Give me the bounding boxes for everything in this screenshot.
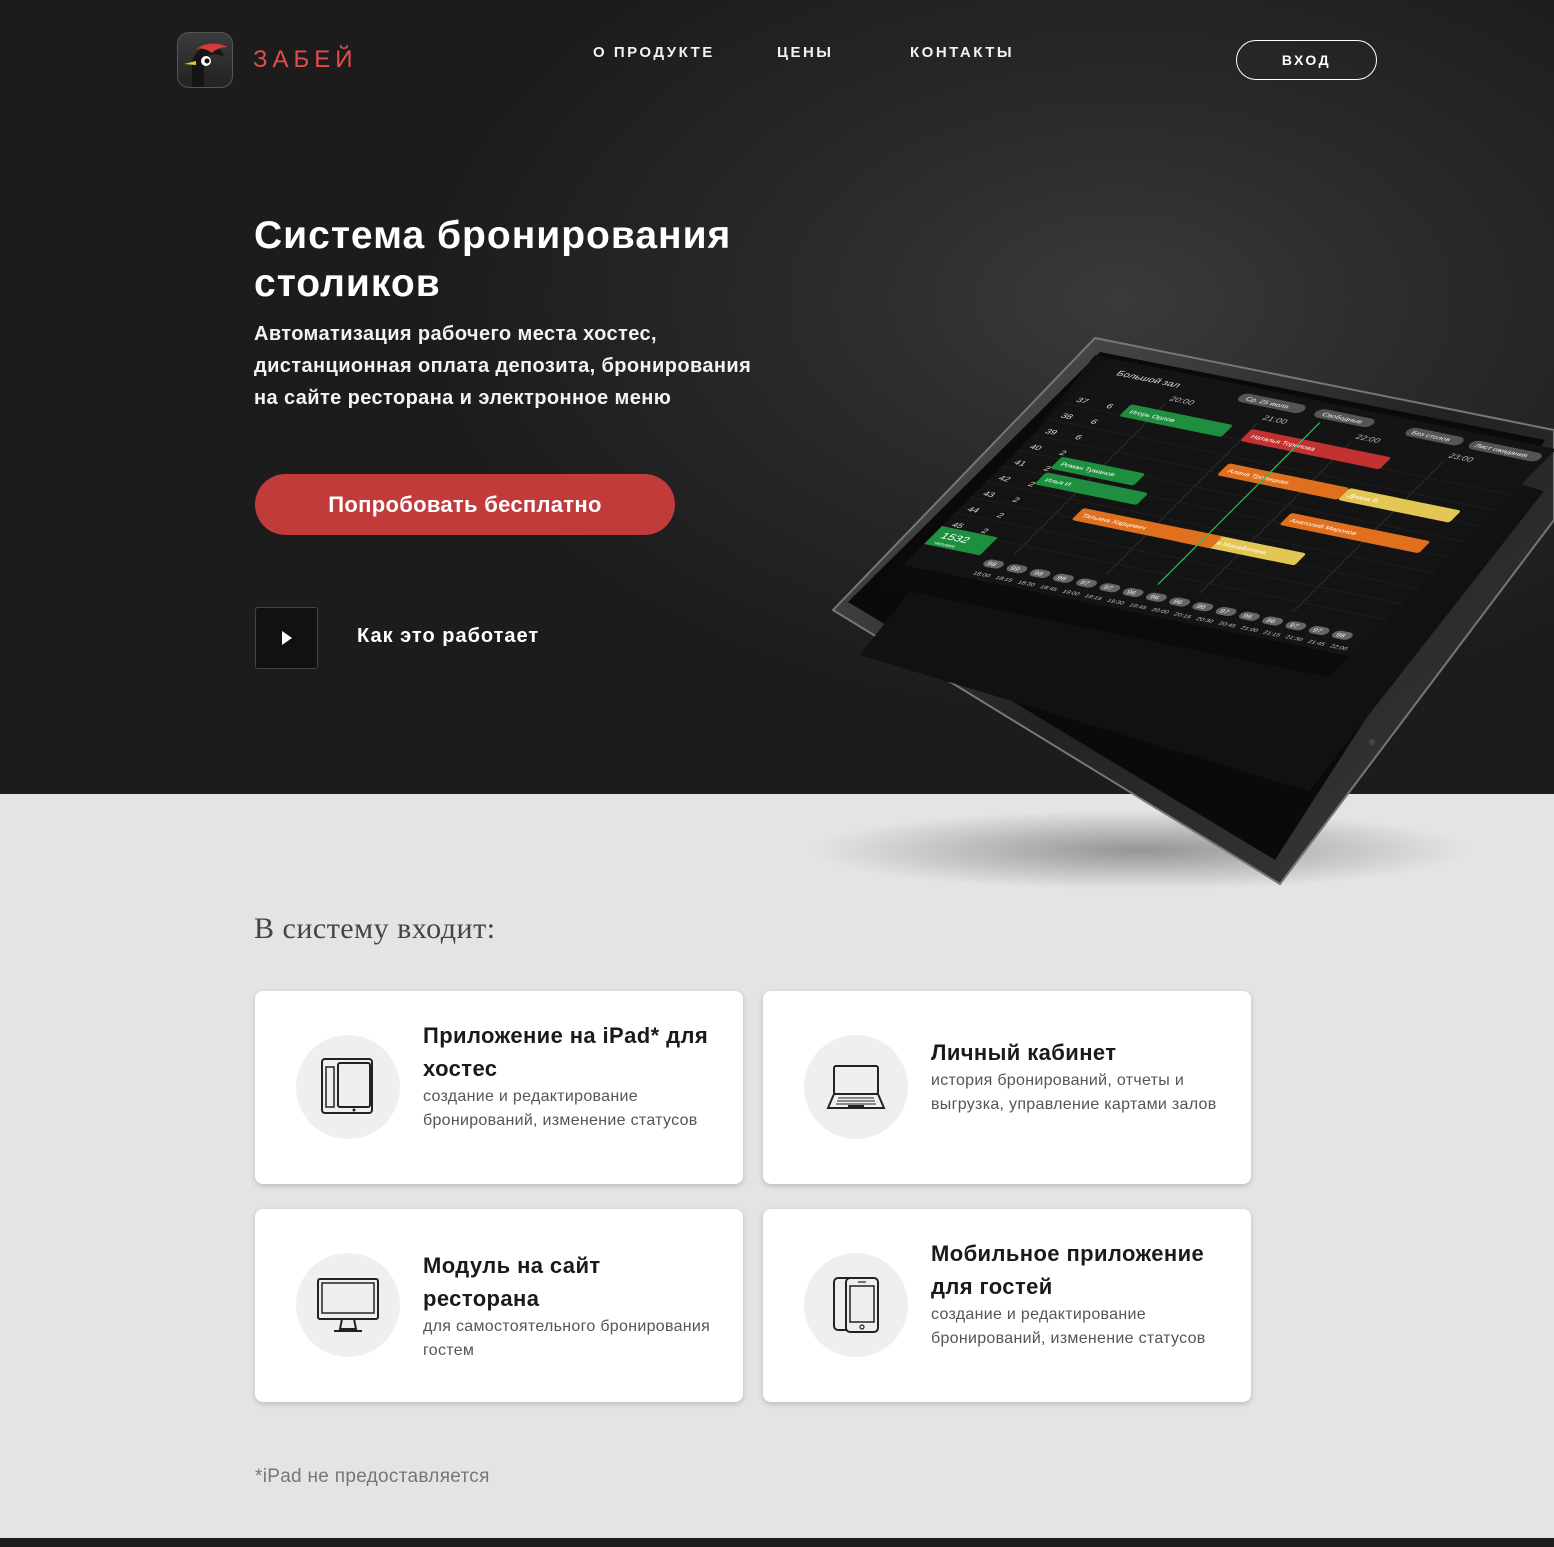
hero-title: Система бронирования столиков xyxy=(254,214,732,305)
woodpecker-logo-icon xyxy=(177,32,233,88)
card-description: создание и редактирование бронирований, … xyxy=(423,1088,698,1129)
feature-card-account: Личный кабинет история бронирований, отч… xyxy=(763,991,1251,1184)
nav-about[interactable]: О ПРОДУКТЕ xyxy=(593,44,715,61)
try-free-button[interactable]: Попробовать бесплатно xyxy=(255,474,675,535)
card-title: Приложение на iPad* для хостес xyxy=(423,1023,709,1081)
hero-subtitle: Автоматизация рабочего места хостес, дис… xyxy=(254,323,752,409)
card-description: создание и редактирование бронирований, … xyxy=(931,1306,1206,1347)
feature-card-mobile: Мобильное приложение для гостей создание… xyxy=(763,1209,1251,1402)
card-title: Мобильное приложение для гостей xyxy=(931,1241,1205,1299)
tablet-icon xyxy=(321,1058,373,1114)
how-it-works-link[interactable]: Как это работает xyxy=(357,625,539,648)
card-title: Модуль на сайт ресторана xyxy=(423,1253,601,1311)
card-description: история бронирований, отчеты и выгрузка,… xyxy=(931,1072,1217,1113)
login-button[interactable]: ВХОД xyxy=(1236,40,1377,80)
card-description: для самостоятельного бронирования гостем xyxy=(423,1318,711,1359)
monitor-icon xyxy=(317,1278,379,1332)
feature-card-website: Модуль на сайт ресторана для самостоятел… xyxy=(255,1209,743,1402)
section-title: В систему входит: xyxy=(254,912,496,945)
hero-section: ЗАБЕЙ О ПРОДУКТЕ ЦЕНЫ КОНТАКТЫ ВХОД Сист… xyxy=(0,0,1554,794)
nav-contacts[interactable]: КОНТАКТЫ xyxy=(910,44,1014,61)
brand-name: ЗАБЕЙ xyxy=(253,46,358,73)
play-icon xyxy=(281,631,292,645)
feature-card-ipad: Приложение на iPad* для хостес создание … xyxy=(255,991,743,1184)
logo[interactable]: ЗАБЕЙ xyxy=(177,32,358,88)
laptop-icon xyxy=(826,1065,886,1109)
card-title: Личный кабинет xyxy=(931,1040,1117,1065)
footnote: *iPad не предоставляется xyxy=(255,1466,490,1487)
play-video-button[interactable] xyxy=(255,607,318,669)
footer-bar xyxy=(0,1538,1554,1547)
nav-prices[interactable]: ЦЕНЫ xyxy=(777,44,833,61)
smartphone-icon xyxy=(833,1277,879,1333)
